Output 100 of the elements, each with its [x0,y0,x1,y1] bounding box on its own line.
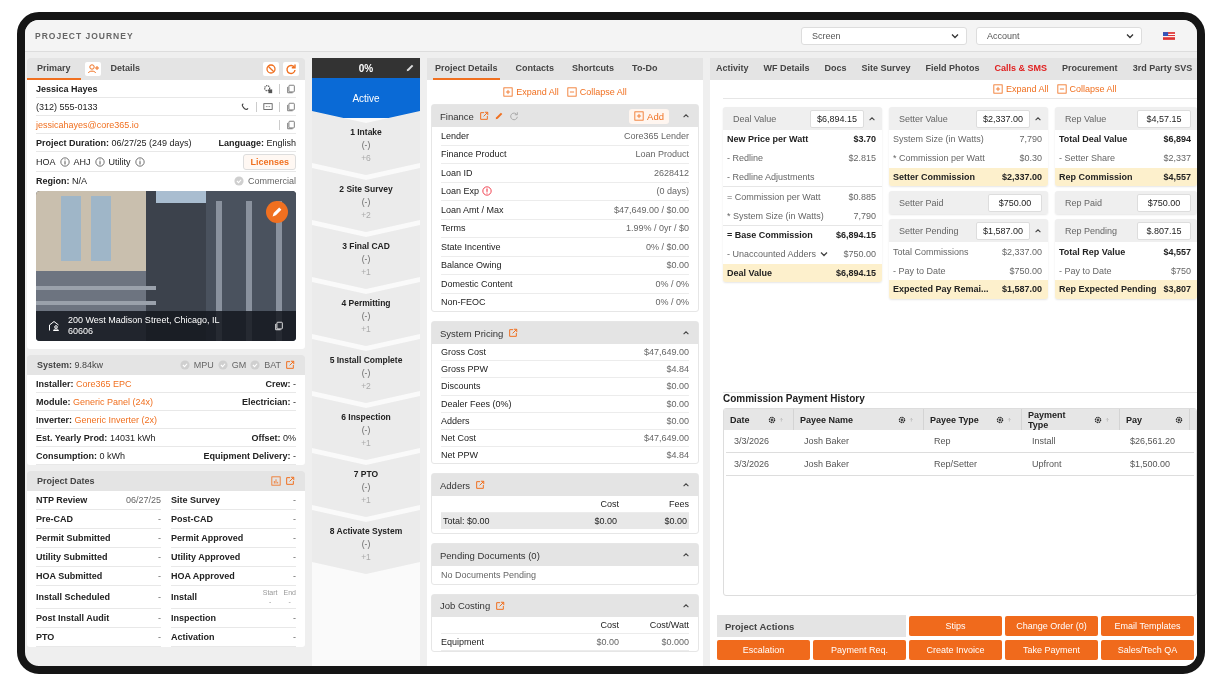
date-label: PTO [36,632,55,642]
line-value: 7,790 [1019,134,1042,145]
tab[interactable]: Field Photos [923,58,982,80]
plus-square-icon [634,111,645,121]
line-value: $750.00 [843,249,876,260]
line-label: New Price per Watt [727,134,809,145]
stage-step[interactable]: 7 PTO (-) +1 [312,453,420,517]
amount-field[interactable]: $750.00 [988,193,1042,212]
gear-lock-icon[interactable] [263,83,273,94]
external-link-icon[interactable] [478,111,489,121]
info-icon[interactable] [134,156,145,167]
field-label: Loan Amt / Max [441,204,504,215]
tab[interactable]: Shortcuts [570,58,617,80]
block-icon[interactable] [263,62,279,76]
table-cell-text: $0.00 [595,636,619,647]
dropdown-field[interactable]: Account [976,26,1142,45]
tab[interactable]: Procurement [1060,58,1120,80]
external-link-icon[interactable] [475,480,486,491]
column-header[interactable]: Pay [1126,414,1142,425]
amount-field[interactable]: $2,337.00 [976,109,1030,128]
tab[interactable]: Docs [822,58,849,80]
date-label: Utility Submitted [36,552,108,562]
field-label: Loan ID [441,167,473,178]
tab[interactable]: Site Survey [859,58,913,80]
tab[interactable]: Details [100,58,151,80]
amount-field[interactable]: $6,894.15 [810,109,864,128]
caret-up-icon[interactable] [682,329,690,337]
plus-square-icon [993,84,1003,94]
column-header[interactable]: Date [730,414,750,425]
table-cell-text: Josh Baker [803,436,851,446]
phone-icon[interactable] [240,101,250,112]
person-add-icon[interactable] [84,62,101,76]
system-field: Inverter: Generic Inverter (2x) [36,414,158,425]
refresh-icon[interactable] [508,111,519,121]
dropdown-field[interactable]: Screen [801,26,967,45]
info-icon[interactable] [94,156,105,167]
check-circle-icon[interactable] [250,360,261,370]
external-link-icon[interactable] [285,476,295,486]
stage-step[interactable]: 5 Install Complete (-) +2 [312,339,420,403]
field-value: $0.00 [666,415,689,426]
info-label: Utility [108,156,131,167]
tab[interactable]: Activity [714,58,751,80]
chat-icon[interactable] [263,101,273,112]
column-header[interactable]: Payee Name [800,414,854,425]
caret-up-icon[interactable] [682,112,690,120]
tab[interactable]: To-Do [630,58,660,80]
column-header[interactable]: Payment Type [1028,409,1088,430]
tab[interactable]: 3rd Party SVS [1130,58,1195,80]
gear-icon[interactable] [1094,415,1102,424]
tab[interactable]: Contacts [513,58,557,80]
info-icon[interactable] [59,156,70,167]
pencil-icon[interactable] [405,63,415,73]
gear-icon[interactable] [768,415,776,424]
gear-icon[interactable] [996,415,1004,424]
section-title: Pending Documents (0) [440,549,540,561]
copy-icon[interactable] [274,321,284,331]
bar-chart-icon[interactable] [271,476,281,486]
stage-step[interactable]: 2 Site Survey (-) +2 [312,168,420,232]
section-title: Adders [440,479,471,491]
tab[interactable]: Project Details [433,58,500,80]
date-value: - [293,495,296,505]
total-value: $3,807 [1163,284,1191,295]
amount-field[interactable]: $1,587.00 [976,221,1030,240]
stage-step[interactable]: 4 Permitting (-) +1 [312,282,420,346]
column-header[interactable]: Payee Type [930,414,979,425]
field-label: Adders [441,415,470,426]
field-value: $47,649.00 [643,433,689,444]
refresh-icon[interactable] [283,62,299,76]
card-title: Setter Value [899,113,948,124]
home-person-icon [48,320,60,332]
pencil-icon[interactable] [266,201,288,223]
stage-step[interactable]: 8 Activate System (-) +1 [312,510,420,574]
caret-up-icon[interactable] [682,601,690,610]
caret-up-icon[interactable] [1034,114,1042,123]
field-value: Core365 Lender [623,130,689,141]
amount-field[interactable]: $750.00 [1137,193,1191,212]
line-value: $6,894.15 [835,230,876,241]
card-title: Deal Value [733,113,777,124]
external-link-icon[interactable] [495,600,506,611]
tab[interactable]: Calls & SMS [992,58,1050,80]
external-link-icon[interactable] [508,328,519,338]
amount-field[interactable]: $4,57.15 [1137,109,1191,128]
tab[interactable]: Primary [27,58,81,80]
caret-up-icon[interactable] [868,114,876,123]
stage-step[interactable]: 6 Inspection (-) +1 [312,396,420,460]
field-label: Gross PPW [441,364,488,375]
amount-field[interactable]: $.807.15 [1137,221,1191,240]
gear-icon[interactable] [1175,415,1183,424]
stage-step[interactable]: 3 Final CAD (-) +1 [312,225,420,289]
flag-icon[interactable] [1163,31,1175,40]
check-circle-icon[interactable] [217,360,228,370]
external-link-icon[interactable] [285,360,295,370]
gear-icon[interactable] [898,415,906,424]
field-value: 1.99% / 0yr / $0 [625,223,689,234]
tab[interactable]: WF Details [761,58,812,80]
check-circle-icon[interactable] [234,175,244,186]
date-value: 06/27/25 [125,495,161,505]
caret-up-icon[interactable] [1034,226,1042,235]
check-circle-icon[interactable] [179,360,190,370]
column-header: Cost [599,619,619,630]
